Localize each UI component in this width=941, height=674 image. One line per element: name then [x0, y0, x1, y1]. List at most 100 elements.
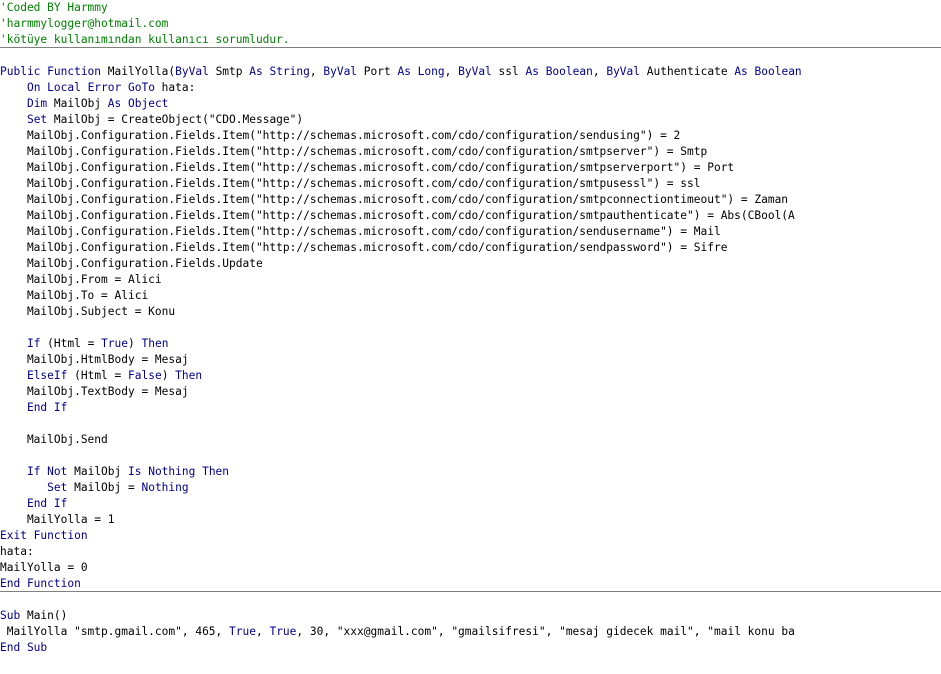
code-text: hata: [161, 81, 196, 94]
code-text: ssl [498, 65, 526, 78]
code-keyword: Set [26, 113, 54, 126]
code-keyword: As Boolean [525, 65, 593, 78]
code-text: MailObj.From = Alici [0, 273, 162, 286]
code-text: ) [128, 337, 142, 350]
procedure-separator [0, 591, 941, 592]
code-text: MailObj = [74, 481, 142, 494]
code-keyword: True [101, 337, 129, 350]
code-keyword: False [128, 369, 162, 382]
code-keyword: If [26, 337, 48, 350]
code-line[interactable]: MailObj.Subject = Konu [0, 304, 941, 320]
code-keyword: ElseIf [26, 369, 75, 382]
code-text: hata: [0, 545, 34, 558]
code-line[interactable]: hata: [0, 544, 941, 560]
code-text: MailObj.Configuration.Fields.Item("http:… [0, 193, 789, 206]
code-keyword: Public Function [0, 65, 108, 78]
code-keyword: Dim [26, 97, 54, 110]
code-keyword: ByVal [458, 65, 499, 78]
code-editor[interactable]: 'Coded BY Harmmy 'harmmylogger@hotmail.co… [0, 0, 941, 674]
code-comment: 'Coded BY Harmmy [0, 1, 108, 14]
code-line[interactable]: Exit Function [0, 528, 941, 544]
code-keyword: Then [175, 369, 203, 382]
code-text: MailYolla( [107, 65, 176, 78]
code-text: , [309, 65, 324, 78]
code-keyword: End Function [0, 577, 81, 590]
code-text: MailYolla = 1 [0, 513, 115, 526]
code-line[interactable]: 'Coded BY Harmmy [0, 0, 941, 16]
code-line[interactable]: 'kötüye kullanımından kullanıcı sorumlud… [0, 32, 941, 48]
code-line[interactable]: MailObj.HtmlBody = Mesaj [0, 352, 941, 368]
code-line[interactable]: Public Function MailYolla(ByVal Smtp As … [0, 64, 941, 80]
code-text: MailObj.HtmlBody = Mesaj [0, 353, 189, 366]
code-line[interactable]: MailObj.From = Alici [0, 272, 941, 288]
code-text: MailObj.Configuration.Fields.Item("http:… [0, 145, 708, 158]
code-keyword: On Local Error GoTo [26, 81, 162, 94]
code-keyword: True [269, 625, 297, 638]
code-line[interactable]: If (Html = True) Then [0, 336, 941, 352]
code-line[interactable] [0, 592, 941, 608]
code-line[interactable]: If Not MailObj Is Nothing Then [0, 464, 941, 480]
code-line[interactable]: End If [0, 496, 941, 512]
code-line[interactable]: MailObj.Send [0, 432, 941, 448]
code-text: MailObj.Subject = Konu [0, 305, 176, 318]
code-line[interactable]: MailObj.Configuration.Fields.Item("http:… [0, 128, 941, 144]
code-keyword: End If [26, 497, 68, 510]
code-line[interactable] [0, 48, 941, 64]
code-text: MailObj.Configuration.Fields.Item("http:… [0, 209, 795, 222]
code-line[interactable]: MailObj.Configuration.Fields.Item("http:… [0, 208, 941, 224]
code-line[interactable]: End If [0, 400, 941, 416]
code-line[interactable]: MailObj.Configuration.Fields.Item("http:… [0, 240, 941, 256]
code-text: MailObj.Configuration.Fields.Item("http:… [0, 129, 681, 142]
code-comment: 'kötüye kullanımından kullanıcı sorumlud… [0, 33, 290, 46]
code-line[interactable]: ElseIf (Html = False) Then [0, 368, 941, 384]
code-line[interactable]: End Sub [0, 640, 941, 656]
code-keyword: Nothing [141, 481, 189, 494]
code-text: , [255, 625, 270, 638]
code-text: Port [363, 65, 398, 78]
code-line[interactable]: 'harmmylogger@hotmail.com [0, 16, 941, 32]
code-line[interactable]: MailYolla = 0 [0, 560, 941, 576]
code-line[interactable]: Dim MailObj As Object [0, 96, 941, 112]
code-keyword: True [229, 625, 256, 638]
code-line[interactable] [0, 416, 941, 432]
code-line[interactable]: On Local Error GoTo hata: [0, 80, 941, 96]
code-line[interactable]: MailObj.Configuration.Fields.Item("http:… [0, 224, 941, 240]
code-keyword: ByVal [175, 65, 216, 78]
code-keyword: As String [249, 65, 310, 78]
code-keyword: End Sub [0, 641, 48, 654]
code-line[interactable]: MailObj.Configuration.Fields.Item("http:… [0, 192, 941, 208]
code-line[interactable]: MailYolla = 1 [0, 512, 941, 528]
code-line[interactable]: MailObj.Configuration.Fields.Item("http:… [0, 144, 941, 160]
code-line[interactable]: MailYolla "smtp.gmail.com", 465, True, T… [0, 624, 941, 640]
code-line[interactable]: MailObj.Configuration.Fields.Item("http:… [0, 160, 941, 176]
code-keyword: Then [141, 337, 169, 350]
code-line[interactable]: MailObj.Configuration.Fields.Update [0, 256, 941, 272]
code-text: MailObj.To = Alici [0, 289, 149, 302]
code-text: (Html = [47, 337, 102, 350]
code-keyword: Set [47, 481, 75, 494]
code-line[interactable]: MailObj.Configuration.Fields.Item("http:… [0, 176, 941, 192]
code-text: MailYolla "smtp.gmail.com", 465, [0, 625, 230, 638]
code-line[interactable]: MailObj.To = Alici [0, 288, 941, 304]
code-line[interactable]: Set MailObj = Nothing [0, 480, 941, 496]
code-line[interactable]: MailObj.TextBody = Mesaj [0, 384, 941, 400]
code-comment: 'harmmylogger@hotmail.com [0, 17, 169, 30]
code-line[interactable] [0, 448, 941, 464]
code-keyword: End If [26, 401, 68, 414]
code-text: ) [161, 369, 176, 382]
code-keyword: Sub [0, 609, 27, 622]
code-line[interactable]: Set MailObj = CreateObject("CDO.Message"… [0, 112, 941, 128]
code-line[interactable]: End Function [0, 576, 941, 592]
code-text: MailObj.Configuration.Fields.Item("http:… [0, 161, 735, 174]
code-line[interactable] [0, 320, 941, 336]
code-line[interactable]: Sub Main() [0, 608, 941, 624]
code-keyword: ByVal [606, 65, 647, 78]
code-keyword: ByVal [323, 65, 364, 78]
